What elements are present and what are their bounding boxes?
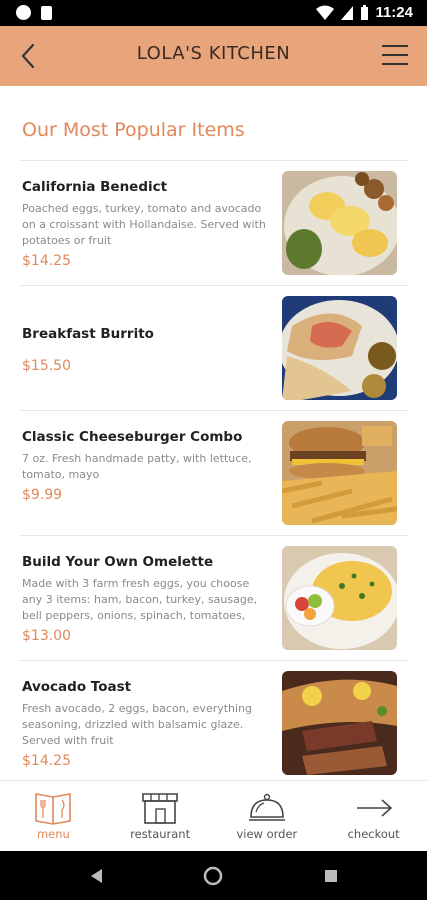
- system-navigation-bar: [0, 851, 427, 900]
- menu-content[interactable]: Our Most Popular Items California Benedi…: [0, 86, 427, 780]
- section-title: Our Most Popular Items: [22, 119, 245, 141]
- item-price: $15.50: [22, 358, 71, 374]
- item-name: Avocado Toast: [22, 679, 132, 695]
- menu-item[interactable]: Classic Cheeseburger Combo 7 oz. Fresh h…: [20, 411, 407, 536]
- system-recents-icon[interactable]: [320, 865, 342, 887]
- menu-item[interactable]: California Benedict Poached eggs, turkey…: [20, 161, 407, 286]
- menu-item-text: Avocado Toast Fresh avocado, 2 eggs, bac…: [22, 679, 270, 769]
- nav-label: menu: [36, 827, 70, 841]
- menu-book-icon: [35, 793, 72, 825]
- item-price: $13.00: [22, 628, 71, 644]
- item-price: $9.99: [22, 487, 63, 503]
- item-price: $14.25: [22, 253, 71, 269]
- item-photo-cheeseburger[interactable]: [282, 421, 397, 525]
- nav-checkout[interactable]: checkout: [320, 781, 427, 851]
- nav-label: restaurant: [130, 827, 191, 841]
- item-description: Fresh avocado, 2 eggs, bacon, everything…: [22, 702, 253, 747]
- notification-circle-icon: [16, 5, 31, 20]
- nav-label: checkout: [347, 827, 400, 841]
- nav-menu[interactable]: menu: [0, 781, 107, 851]
- item-description: 7 oz. Fresh handmade patty, with lettuce…: [22, 452, 252, 481]
- page-title: LOLA'S KITCHEN: [136, 43, 291, 64]
- nav-restaurant[interactable]: restaurant: [107, 781, 214, 851]
- item-photo-omelette[interactable]: [282, 546, 397, 650]
- menu-item-list: California Benedict Poached eggs, turkey…: [0, 161, 427, 780]
- status-bar: 11:24: [0, 0, 427, 26]
- item-description: Poached eggs, turkey, tomato and avocado…: [22, 202, 266, 247]
- item-photo-benedict[interactable]: [282, 171, 397, 275]
- item-name: Classic Cheeseburger Combo: [22, 429, 243, 445]
- item-name: Breakfast Burrito: [22, 326, 154, 342]
- nav-label: view order: [236, 827, 298, 841]
- hamburger-menu-button[interactable]: [381, 42, 409, 68]
- item-photo-burrito[interactable]: [282, 296, 397, 400]
- signal-icon: [341, 5, 354, 20]
- system-home-icon[interactable]: [202, 865, 224, 887]
- item-name: California Benedict: [22, 179, 168, 195]
- storefront-icon: [142, 793, 178, 824]
- item-price: $14.25: [22, 753, 71, 769]
- system-back-icon[interactable]: [86, 865, 108, 887]
- menu-item-text: Breakfast Burrito $15.50: [22, 326, 270, 374]
- menu-item-text: Classic Cheeseburger Combo 7 oz. Fresh h…: [22, 429, 270, 503]
- item-description: Made with 3 farm fresh eggs, you choose …: [22, 577, 258, 622]
- cloche-icon: [248, 793, 285, 821]
- status-time: 11:24: [375, 4, 413, 21]
- hamburger-icon: [382, 45, 408, 65]
- menu-item[interactable]: Build Your Own Omelette Made with 3 farm…: [20, 536, 407, 661]
- sd-card-icon: [41, 5, 52, 20]
- app-screen: LOLA'S KITCHEN Our Most Popular Items Ca…: [0, 26, 427, 851]
- app-header: LOLA'S KITCHEN: [0, 26, 427, 86]
- menu-item[interactable]: Avocado Toast Fresh avocado, 2 eggs, bac…: [20, 661, 407, 780]
- item-name: Build Your Own Omelette: [22, 554, 214, 570]
- menu-item[interactable]: Breakfast Burrito $15.50: [20, 286, 407, 411]
- nav-view-order[interactable]: view order: [214, 781, 321, 851]
- battery-icon: [361, 4, 369, 20]
- menu-item-text: Build Your Own Omelette Made with 3 farm…: [22, 554, 270, 644]
- menu-item-text: California Benedict Poached eggs, turkey…: [22, 179, 270, 269]
- item-photo-avocado-toast[interactable]: [282, 671, 397, 775]
- arrow-right-icon: [356, 799, 392, 817]
- bottom-navigation: menu restaurant view order checkout: [0, 780, 427, 851]
- wifi-icon: [316, 5, 335, 20]
